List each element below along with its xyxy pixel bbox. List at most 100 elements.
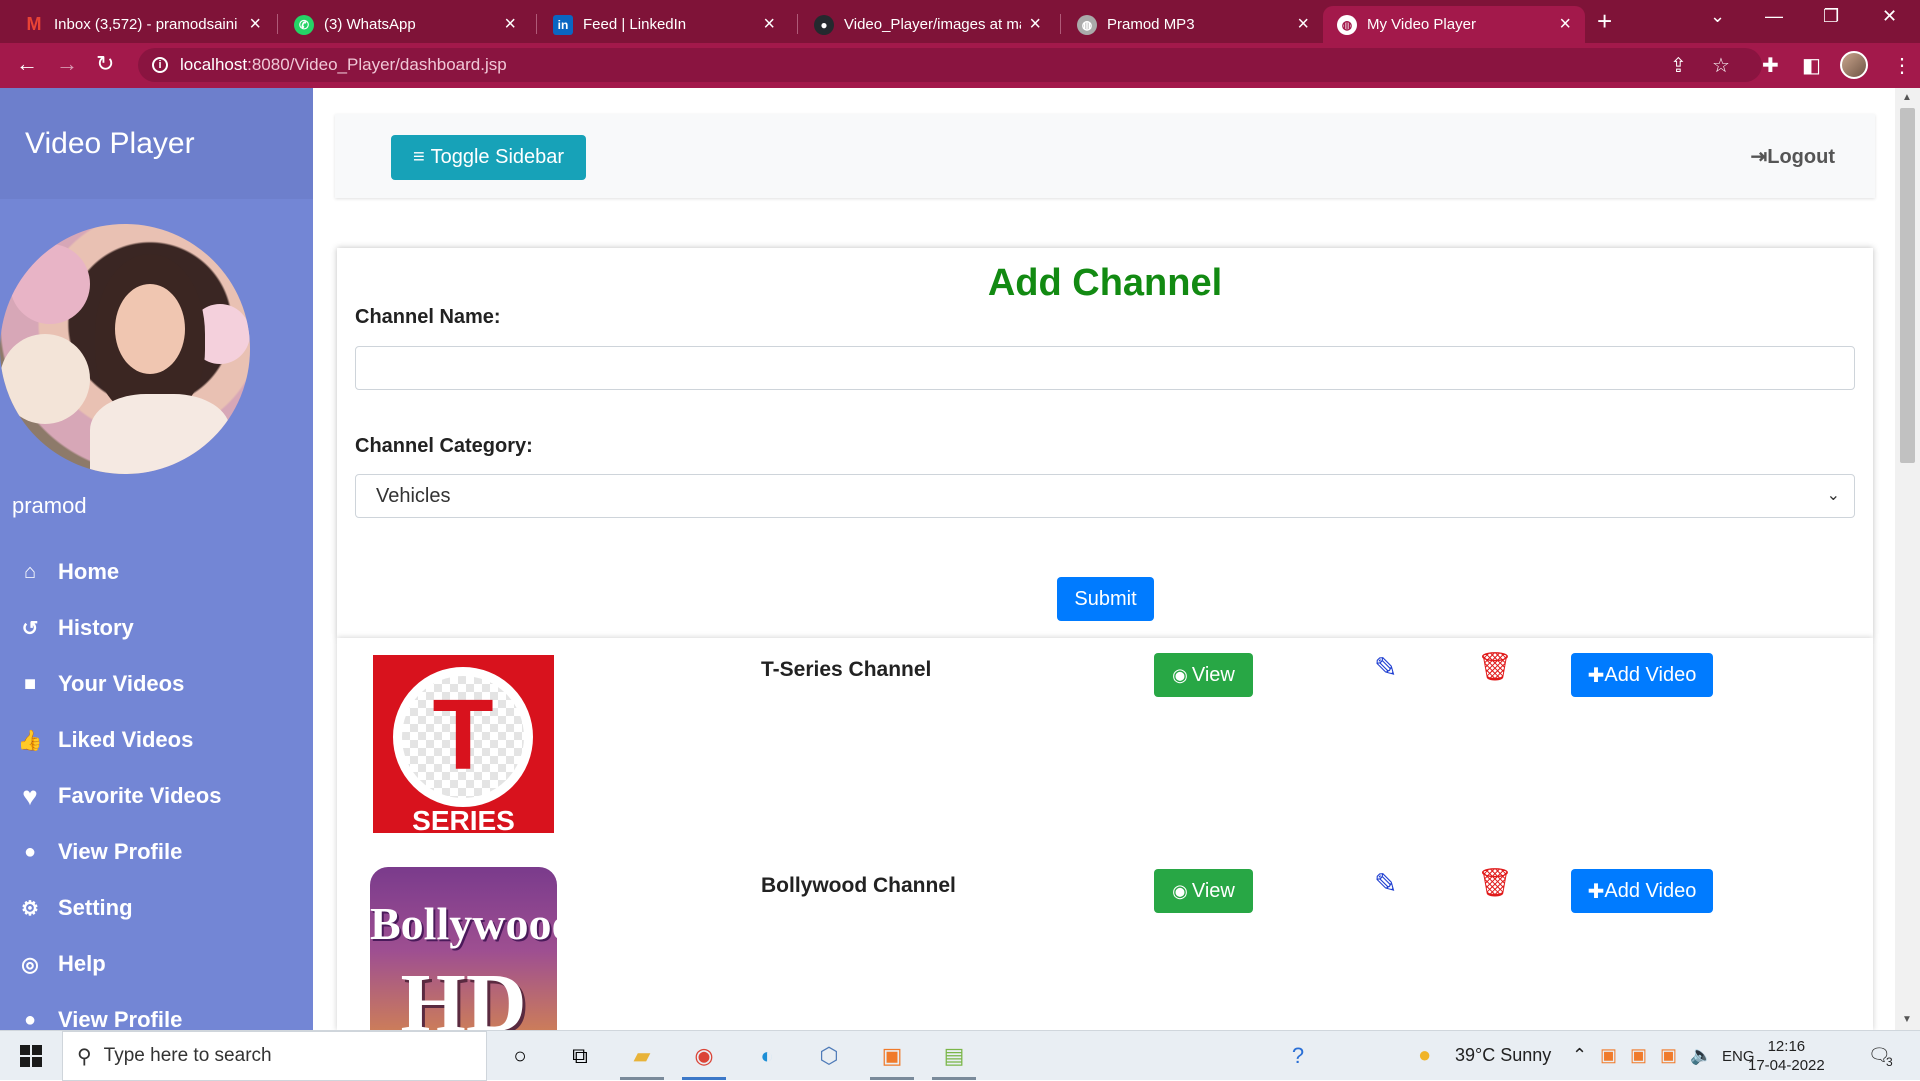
back-icon[interactable]: ← <box>16 51 38 77</box>
profile-avatar <box>0 224 250 474</box>
channel-category-label: Channel Category: <box>355 435 533 457</box>
browser-profile-avatar[interactable] <box>1840 51 1868 79</box>
sidebar-item-label: Setting <box>58 895 133 920</box>
virtualbox-icon[interactable]: ⬡ <box>813 1040 845 1072</box>
side-panel-icon[interactable]: ◧ <box>1802 53 1821 78</box>
view-channel-button[interactable]: ◉ View <box>1154 653 1253 697</box>
sign-out-icon: ⇥ <box>1750 146 1768 168</box>
sidebar-item-history[interactable]: ↺ History <box>0 600 313 656</box>
chevron-up-icon[interactable]: ⌃ <box>1572 1045 1587 1066</box>
trash-icon[interactable]: 🗑 <box>1477 650 1513 683</box>
channel-category-select[interactable]: Vehicles ⌄ <box>355 474 1855 518</box>
tab-title: Video_Player/images at main <box>844 16 1022 33</box>
tab-separator <box>1060 14 1061 34</box>
weather-text[interactable]: 39°C Sunny <box>1455 1045 1551 1066</box>
close-icon[interactable]: × <box>1297 13 1309 36</box>
edit-icon[interactable]: ✎ <box>1374 651 1397 684</box>
sidebar-item-setting[interactable]: ⚙ Setting <box>0 880 313 936</box>
sidebar-item-your-videos[interactable]: ■ Your Videos <box>0 656 313 712</box>
channel-list: T SERIES T-Series Channel ◉ View ✎ 🗑 ✚ Add… <box>337 638 1873 1030</box>
edit-icon[interactable]: ✎ <box>1374 867 1397 900</box>
sidebar: Video Player pramod ⌂ Home ↺ History ■ Your… <box>0 88 313 1030</box>
sidebar-item-view-profile[interactable]: ● View Profile <box>0 824 313 880</box>
restore-icon[interactable]: ❐ <box>1823 6 1839 27</box>
browser-tab-my-video-player[interactable]: ◍ My Video Player × <box>1323 6 1585 43</box>
browser-tab-whatsapp[interactable]: ✆ (3) WhatsApp × <box>280 6 530 43</box>
edge-icon[interactable]: ◐ <box>751 1040 783 1072</box>
taskbar-search[interactable]: ⚲ Type here to search <box>62 1031 487 1081</box>
sidebar-item-label: Liked Videos <box>58 727 194 752</box>
browser-tab-gmail[interactable]: M Inbox (3,572) - pramodsaini × <box>10 6 275 43</box>
close-icon[interactable]: × <box>763 13 775 36</box>
tray-app-icon[interactable]: ▣ <box>1630 1045 1647 1066</box>
close-icon[interactable]: × <box>504 13 516 36</box>
gmail-icon: M <box>26 14 42 34</box>
sidebar-item-help[interactable]: ◎ Help <box>0 936 313 992</box>
task-view-icon[interactable]: ⧉ <box>564 1040 596 1072</box>
help-icon[interactable]: ? <box>1282 1040 1314 1072</box>
tray-app-icon[interactable]: ▣ <box>1600 1045 1617 1066</box>
cortana-icon[interactable]: ○ <box>504 1040 536 1072</box>
volume-icon[interactable]: 🔈 <box>1690 1045 1712 1066</box>
add-channel-form: Add Channel Channel Name: Channel Catego… <box>337 248 1873 638</box>
forward-icon[interactable]: → <box>56 51 78 77</box>
trash-icon[interactable]: 🗑 <box>1477 866 1513 899</box>
extensions-puzzle-icon[interactable]: ✚ <box>1762 53 1779 78</box>
sidebar-item-view-profile-2[interactable]: ● View Profile <box>0 992 313 1030</box>
sidebar-item-home[interactable]: ⌂ Home <box>0 544 313 600</box>
browser-menu-icon[interactable]: ⋮ <box>1892 53 1912 78</box>
sidebar-menu: ⌂ Home ↺ History ■ Your Videos 👍 Liked Video… <box>0 544 313 1030</box>
xampp-icon[interactable]: ▣ <box>876 1040 908 1072</box>
linkedin-icon: in <box>553 14 573 35</box>
channel-name-input[interactable] <box>355 346 1855 390</box>
tray-app-icon[interactable]: ▣ <box>1660 1045 1677 1066</box>
new-tab-button[interactable]: + <box>1597 6 1612 36</box>
tab-title: My Video Player <box>1367 16 1476 33</box>
windows-start-icon[interactable] <box>20 1045 42 1067</box>
close-icon[interactable]: × <box>249 13 261 36</box>
clock-time: 12:16 <box>1767 1038 1806 1055</box>
view-channel-button[interactable]: ◉ View <box>1154 869 1253 913</box>
submit-button[interactable]: Submit <box>1057 577 1154 621</box>
close-icon[interactable]: × <box>1029 13 1041 36</box>
plus-icon: ✚ <box>1587 664 1605 687</box>
clock-date: 17-04-2022 <box>1748 1057 1825 1074</box>
page-scrollbar[interactable]: ▲ ▼ <box>1895 88 1920 1030</box>
bookmark-star-icon[interactable]: ☆ <box>1712 53 1730 78</box>
window-close-icon[interactable]: ✕ <box>1882 6 1897 27</box>
browser-tab-github[interactable]: ● Video_Player/images at main × <box>800 6 1055 43</box>
file-explorer-icon[interactable]: ▰ <box>626 1040 658 1072</box>
browser-tab-linkedin[interactable]: in Feed | LinkedIn × <box>539 6 789 43</box>
tab-separator <box>797 14 798 34</box>
scroll-up-icon[interactable]: ▲ <box>1902 92 1912 103</box>
channel-category-value: Vehicles <box>376 484 451 507</box>
sidebar-item-favorite-videos[interactable]: ♥ Favorite Videos <box>0 768 313 824</box>
toggle-sidebar-button[interactable]: ≡ Toggle Sidebar <box>391 135 586 180</box>
tab-separator <box>277 14 278 34</box>
browser-tab-pramod-mp3[interactable]: ◍ Pramod MP3 × <box>1063 6 1323 43</box>
add-video-label: Add Video <box>1604 879 1697 902</box>
user-icon: ● <box>23 840 37 863</box>
tab-title: Inbox (3,572) - pramodsaini <box>54 16 238 33</box>
add-video-button[interactable]: ✚ Add Video <box>1571 869 1713 913</box>
reload-icon[interactable]: ↻ <box>96 51 114 77</box>
address-bar[interactable]: i localhost:8080/Video_Player/dashboard.… <box>138 48 1762 82</box>
minimize-icon[interactable]: — <box>1765 6 1783 27</box>
sidebar-item-liked-videos[interactable]: 👍 Liked Videos <box>0 712 313 768</box>
scrollbar-thumb[interactable] <box>1900 108 1915 463</box>
close-icon[interactable]: × <box>1559 13 1571 36</box>
sun-icon: ● <box>1418 1042 1432 1067</box>
windows-taskbar: ⚲ Type here to search ○ ⧉ ▰ ◉ ◐ ⬡ ▣ ▤ ? … <box>0 1030 1920 1081</box>
info-icon[interactable]: i <box>152 57 168 73</box>
scroll-down-icon[interactable]: ▼ <box>1902 1014 1912 1025</box>
main-content: ≡ Toggle Sidebar ⇥Logout Add Channel Cha… <box>313 88 1895 1030</box>
add-video-button[interactable]: ✚ Add Video <box>1571 653 1713 697</box>
tab-search-icon[interactable]: ⌄ <box>1710 6 1725 27</box>
share-icon[interactable]: ⇪ <box>1670 53 1687 78</box>
plus-icon: ✚ <box>1587 880 1605 903</box>
taskbar-clock[interactable]: 12:16 17-04-2022 <box>1748 1037 1825 1075</box>
logout-link[interactable]: ⇥Logout <box>1750 144 1835 169</box>
notepad-plus-icon[interactable]: ▤ <box>938 1040 970 1072</box>
sidebar-item-label: Help <box>58 951 106 976</box>
chrome-icon[interactable]: ◉ <box>688 1040 720 1072</box>
